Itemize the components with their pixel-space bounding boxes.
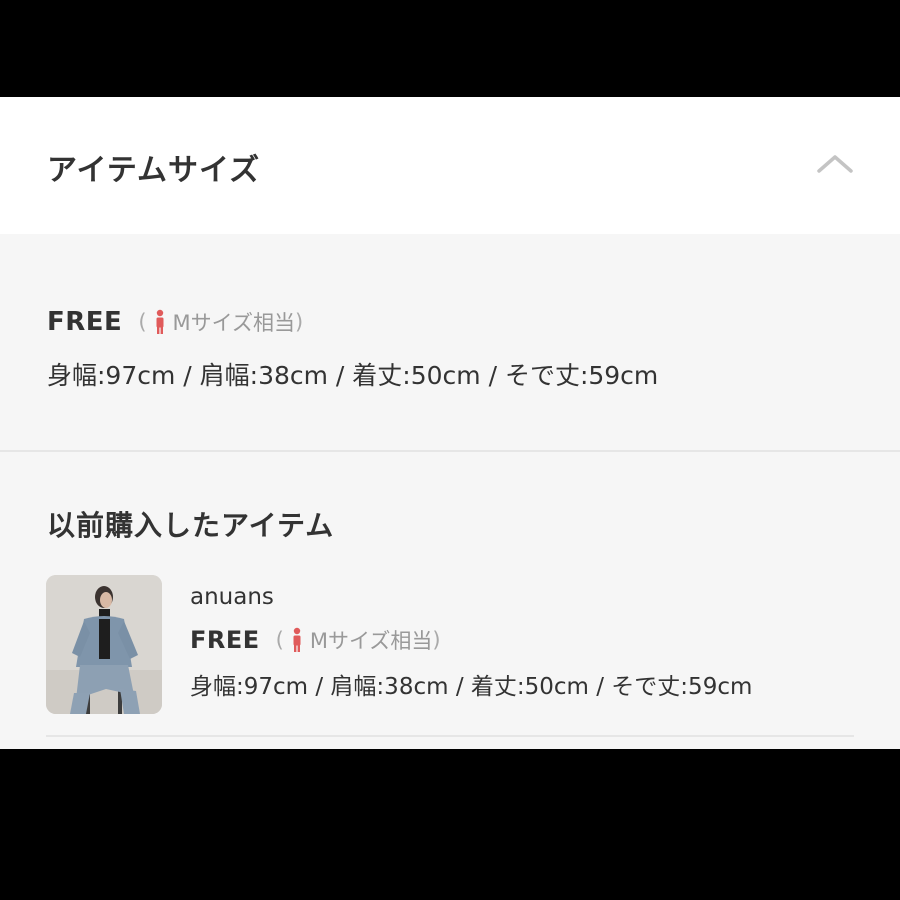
equivalent-label: Mサイズ相当 xyxy=(309,629,433,653)
paren-close: ) xyxy=(295,310,304,334)
divider xyxy=(46,735,854,737)
previous-items-title: 以前購入したアイテム xyxy=(47,509,335,542)
previous-item-info[interactable]: anuans FREE ( Mサイズ相当 ) 身幅:97cm / 肩幅:38cm… xyxy=(190,577,752,701)
size-equivalent: ( Mサイズ相当 ) xyxy=(276,625,441,655)
measurements: 身幅:97cm / 肩幅:38cm / 着丈:50cm / そで丈:59cm xyxy=(190,674,753,700)
person-icon xyxy=(293,627,301,652)
size-row: FREE ( Mサイズ相当 ) xyxy=(190,617,752,663)
size-equivalent: ( Mサイズ相当 ) xyxy=(138,307,303,337)
person-icon xyxy=(156,309,164,334)
model-photo xyxy=(46,575,162,714)
brand-name: anuans xyxy=(190,584,274,610)
item-size-screen: アイテムサイズ FREE ( Mサイズ相当 ) 身幅:97cm / 肩幅:38c… xyxy=(0,97,900,749)
item-thumbnail[interactable] xyxy=(46,575,162,714)
paren-close: ) xyxy=(432,628,441,652)
paren-open: ( xyxy=(275,628,284,652)
paren-open: ( xyxy=(138,310,147,334)
size-label: FREE xyxy=(190,626,260,654)
divider xyxy=(0,450,900,452)
measurements: 身幅:97cm / 肩幅:38cm / 着丈:50cm / そで丈:59cm xyxy=(47,361,659,390)
section-header[interactable]: アイテムサイズ xyxy=(0,97,900,234)
chevron-up-icon[interactable] xyxy=(815,149,855,179)
current-size-block: FREE ( Mサイズ相当 ) 身幅:97cm / 肩幅:38cm / 着丈:5… xyxy=(47,302,658,392)
section-title: アイテムサイズ xyxy=(47,153,261,188)
size-row: FREE ( Mサイズ相当 ) xyxy=(47,302,658,342)
equivalent-label: Mサイズ相当 xyxy=(172,311,296,335)
size-label: FREE xyxy=(47,307,123,337)
